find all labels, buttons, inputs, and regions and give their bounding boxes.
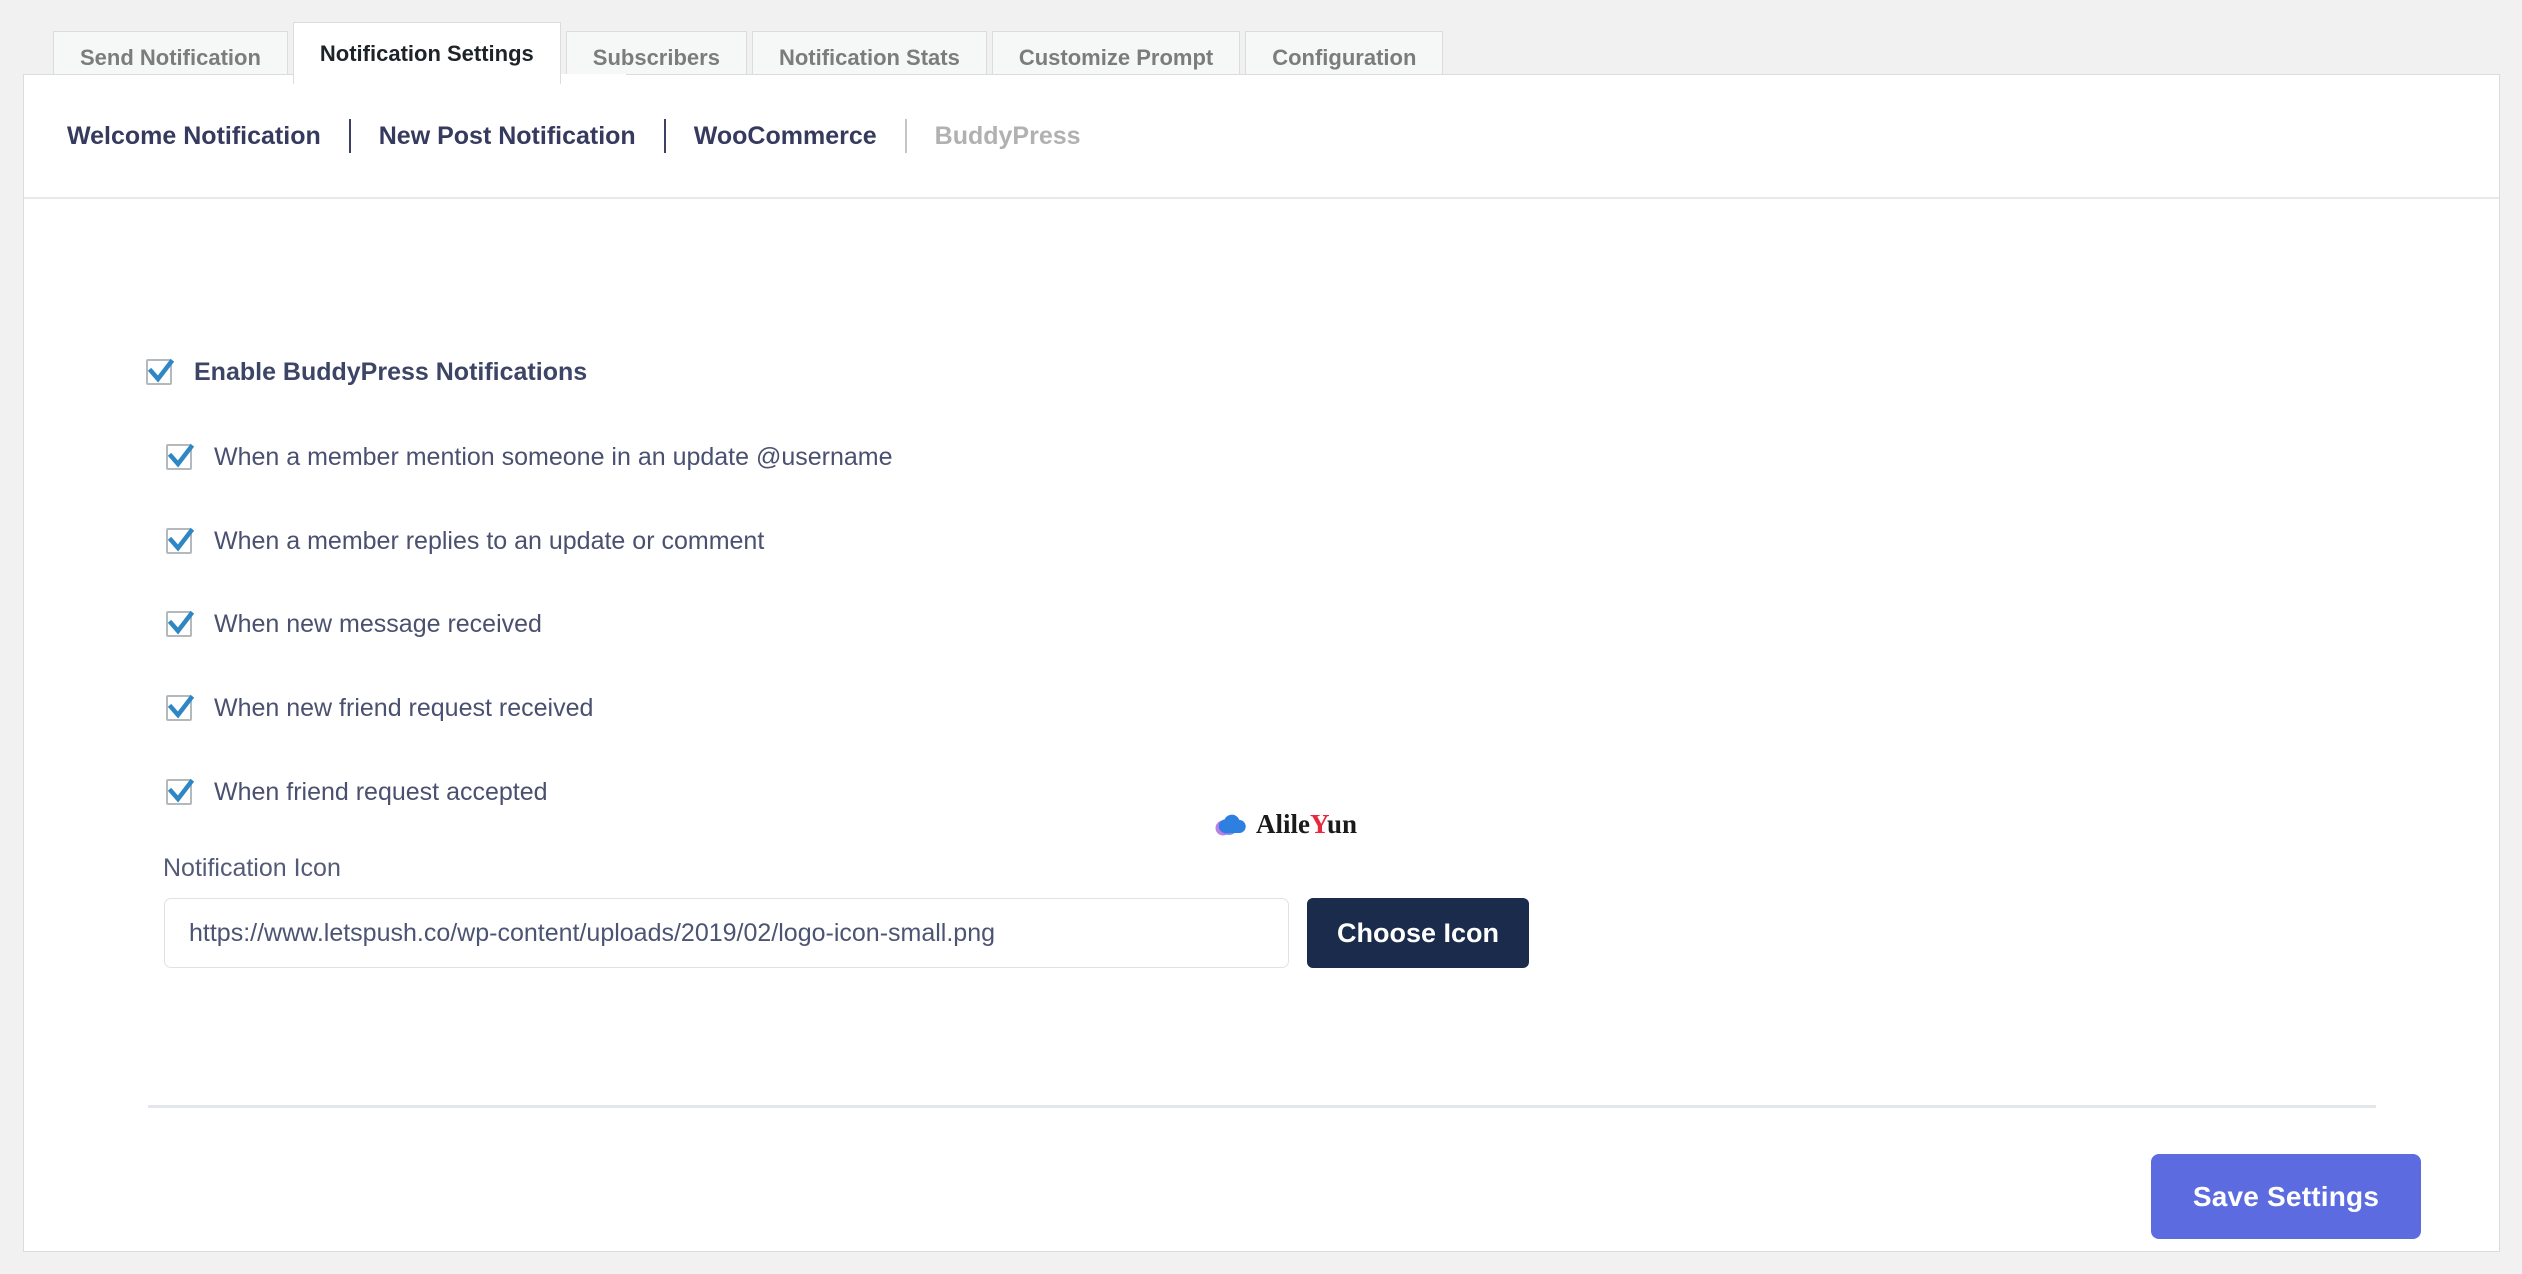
tab-label: Subscribers [592, 45, 720, 70]
subnav-divider [904, 119, 907, 153]
notification-icon-input[interactable] [164, 898, 1289, 968]
subnav-item-welcome-notification[interactable]: Welcome Notification [67, 123, 321, 149]
footer-divider [148, 1105, 2376, 1108]
subnav: Welcome Notification New Post Notificati… [24, 75, 2499, 199]
checkbox-new-message[interactable] [166, 610, 195, 637]
check-icon [167, 778, 195, 803]
check-icon [167, 443, 195, 468]
watermark-text-part-2: Y [1310, 809, 1328, 839]
checkbox-row-new-message[interactable]: When new message received [166, 610, 542, 637]
check-icon [167, 694, 195, 719]
watermark-text-part-3: un [1327, 809, 1358, 839]
checkbox-row-new-friend-request[interactable]: When new friend request received [166, 694, 593, 721]
notification-icon-label: Notification Icon [163, 854, 341, 882]
checkbox-member-mention[interactable] [166, 443, 195, 470]
checkbox-label-new-friend-request[interactable]: When new friend request received [214, 695, 593, 721]
cloud-icon [1214, 813, 1248, 837]
checkbox-label-enable-buddypress[interactable]: Enable BuddyPress Notifications [194, 359, 587, 385]
watermark-logo: AlileYun [1214, 811, 1357, 838]
tab-label: Notification Stats [778, 45, 960, 70]
tab-label: Send Notification [80, 45, 261, 70]
tab-label: Customize Prompt [1018, 45, 1214, 70]
checkbox-member-replies[interactable] [166, 527, 195, 554]
settings-panel: Welcome Notification New Post Notificati… [23, 74, 2500, 1252]
subnav-divider [348, 119, 351, 153]
save-settings-button[interactable]: Save Settings [2151, 1154, 2421, 1239]
checkbox-new-friend-request[interactable] [166, 694, 195, 721]
choose-icon-button[interactable]: Choose Icon [1307, 898, 1530, 968]
checkbox-label-member-mention[interactable]: When a member mention someone in an upda… [214, 444, 893, 470]
checkbox-row-member-mention[interactable]: When a member mention someone in an upda… [166, 443, 893, 470]
checkbox-enable-buddypress[interactable] [146, 358, 175, 385]
checkbox-label-friend-request-accepted[interactable]: When friend request accepted [214, 779, 548, 805]
checkbox-label-new-message[interactable]: When new message received [214, 611, 542, 637]
subnav-item-buddypress[interactable]: BuddyPress [935, 123, 1081, 149]
tab-label: Configuration [1272, 45, 1417, 70]
check-icon [147, 358, 175, 383]
watermark-text-part-1: Alile [1256, 809, 1310, 839]
checkbox-row-member-replies[interactable]: When a member replies to an update or co… [166, 527, 764, 554]
notification-icon-field-row: Choose Icon [164, 898, 1530, 968]
subnav-item-new-post-notification[interactable]: New Post Notification [379, 123, 636, 149]
check-icon [167, 527, 195, 552]
subnav-divider [663, 119, 666, 153]
checkbox-label-member-replies[interactable]: When a member replies to an update or co… [214, 528, 764, 554]
tab-label: Notification Settings [319, 40, 534, 66]
checkbox-row-friend-request-accepted[interactable]: When friend request accepted [166, 778, 548, 805]
tab-notification-settings[interactable]: Notification Settings [292, 22, 561, 84]
check-icon [167, 610, 195, 635]
checkbox-row-enable-buddypress[interactable]: Enable BuddyPress Notifications [146, 358, 587, 385]
checkbox-friend-request-accepted[interactable] [166, 778, 195, 805]
subnav-item-woocommerce[interactable]: WooCommerce [694, 123, 877, 149]
watermark-text: AlileYun [1256, 811, 1357, 838]
